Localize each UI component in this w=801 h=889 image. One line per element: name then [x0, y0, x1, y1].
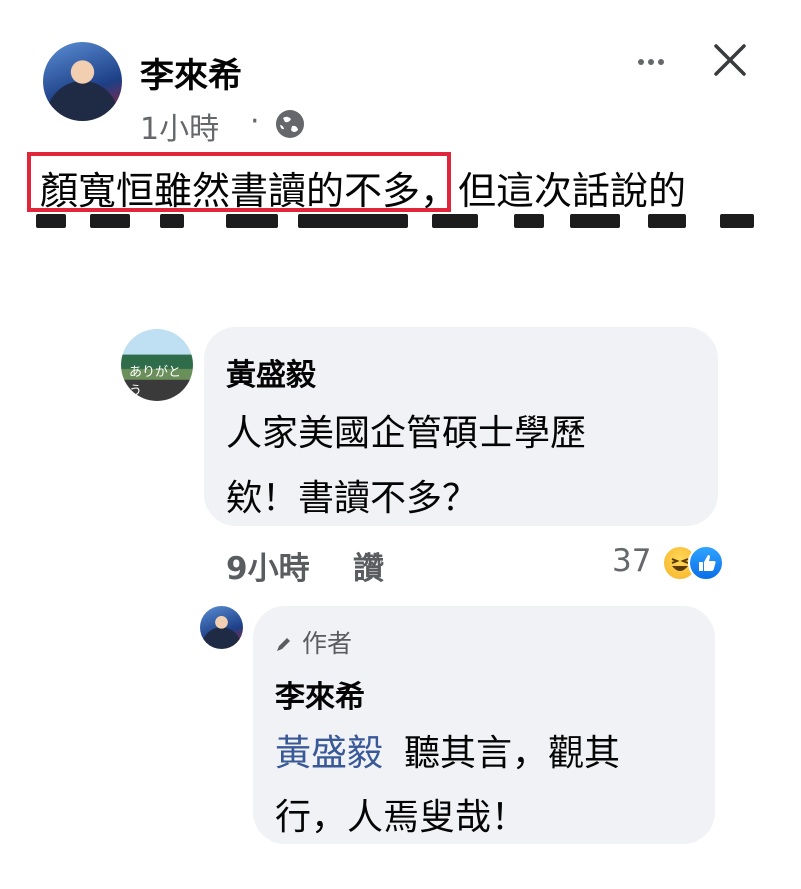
pencil-icon [277, 638, 290, 651]
mention-link[interactable]: 黃盛毅 [275, 724, 383, 776]
like-button[interactable]: 讚 [353, 543, 384, 588]
avatar-photo-lettering: ありがとう [129, 365, 182, 399]
more-dot [648, 59, 654, 65]
cut-off-text-line [30, 214, 770, 230]
more-dots-icon [638, 59, 644, 65]
post-author-name[interactable]: 李來希 [140, 48, 242, 97]
like-icon[interactable] [688, 545, 724, 581]
reaction-count[interactable]: 37 [612, 543, 651, 579]
globe-icon [276, 110, 304, 138]
post-text-rest: ，但這次話說的 [420, 169, 687, 213]
author-badge: 作者 [274, 624, 352, 660]
close-icon[interactable] [710, 40, 750, 80]
post-timestamp[interactable]: 1小時 [140, 104, 219, 148]
reply-text-line: 行，人焉叟哉！ [275, 797, 528, 838]
more-dot [658, 59, 664, 65]
author-badge-label: 作者 [301, 629, 352, 658]
commenter-avatar[interactable]: ありがとう [121, 329, 193, 401]
red-highlight-box [27, 152, 451, 212]
reply-text-line: 聽其言，觀其 [404, 733, 621, 774]
more-options-button[interactable] [636, 48, 678, 76]
reply-author-name[interactable]: 李來希 [275, 672, 365, 716]
comment-timestamp[interactable]: 9小時 [226, 543, 310, 588]
separator-dot: · [250, 104, 260, 139]
comment-text-line: 人家美國企管碩士學歷 [226, 413, 587, 454]
comment-author-name[interactable]: 黃盛毅 [226, 350, 316, 394]
post-author-avatar[interactable] [43, 42, 122, 121]
reply-author-avatar[interactable] [200, 606, 243, 649]
comment-text-line: 欸！書讀不多？ [226, 478, 479, 519]
